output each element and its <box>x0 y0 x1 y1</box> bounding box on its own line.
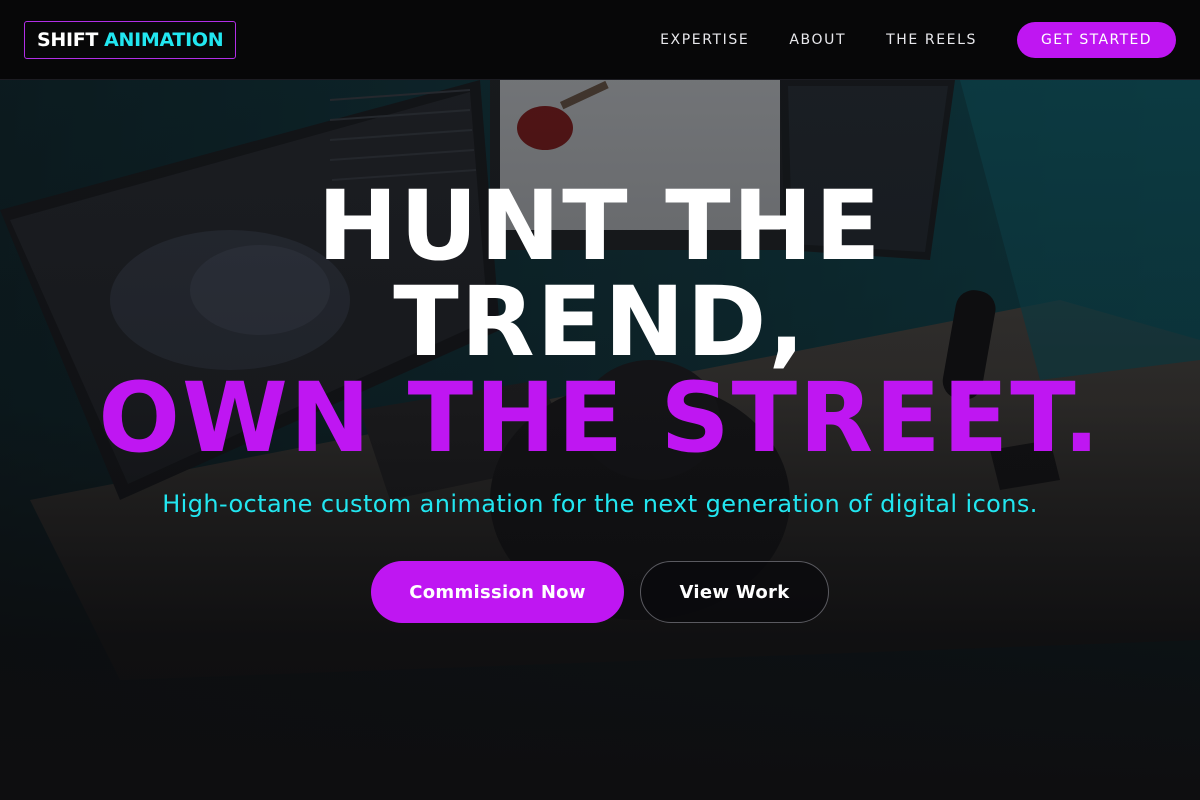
hero-headline-line-2: TREND, <box>393 266 807 378</box>
hero-subheadline: High-octane custom animation for the nex… <box>162 490 1038 518</box>
get-started-button[interactable]: GET STARTED <box>1017 22 1176 58</box>
nav-link-expertise[interactable]: EXPERTISE <box>660 32 749 48</box>
hero-headline-line-1: HUNT THE <box>317 170 883 282</box>
hero-section: HUNT THE TREND, OWN THE STREET. High-oct… <box>0 80 1200 800</box>
view-work-button[interactable]: View Work <box>640 561 829 623</box>
brand-logo[interactable]: SHIFT ANIMATION <box>24 21 237 59</box>
hero-headline-line-3: OWN THE STREET. <box>98 362 1102 474</box>
brand-name-animation: ANIMATION <box>104 29 224 51</box>
main-nav: EXPERTISE ABOUT THE REELS GET STARTED <box>660 22 1176 58</box>
hero-button-row: Commission Now View Work <box>0 561 1200 623</box>
nav-link-the-reels[interactable]: THE REELS <box>886 32 977 48</box>
commission-now-button[interactable]: Commission Now <box>371 561 624 623</box>
nav-link-about[interactable]: ABOUT <box>789 32 846 48</box>
top-navigation-bar: SHIFT ANIMATION EXPERTISE ABOUT THE REEL… <box>0 0 1200 80</box>
brand-name-shift: SHIFT <box>37 29 99 51</box>
